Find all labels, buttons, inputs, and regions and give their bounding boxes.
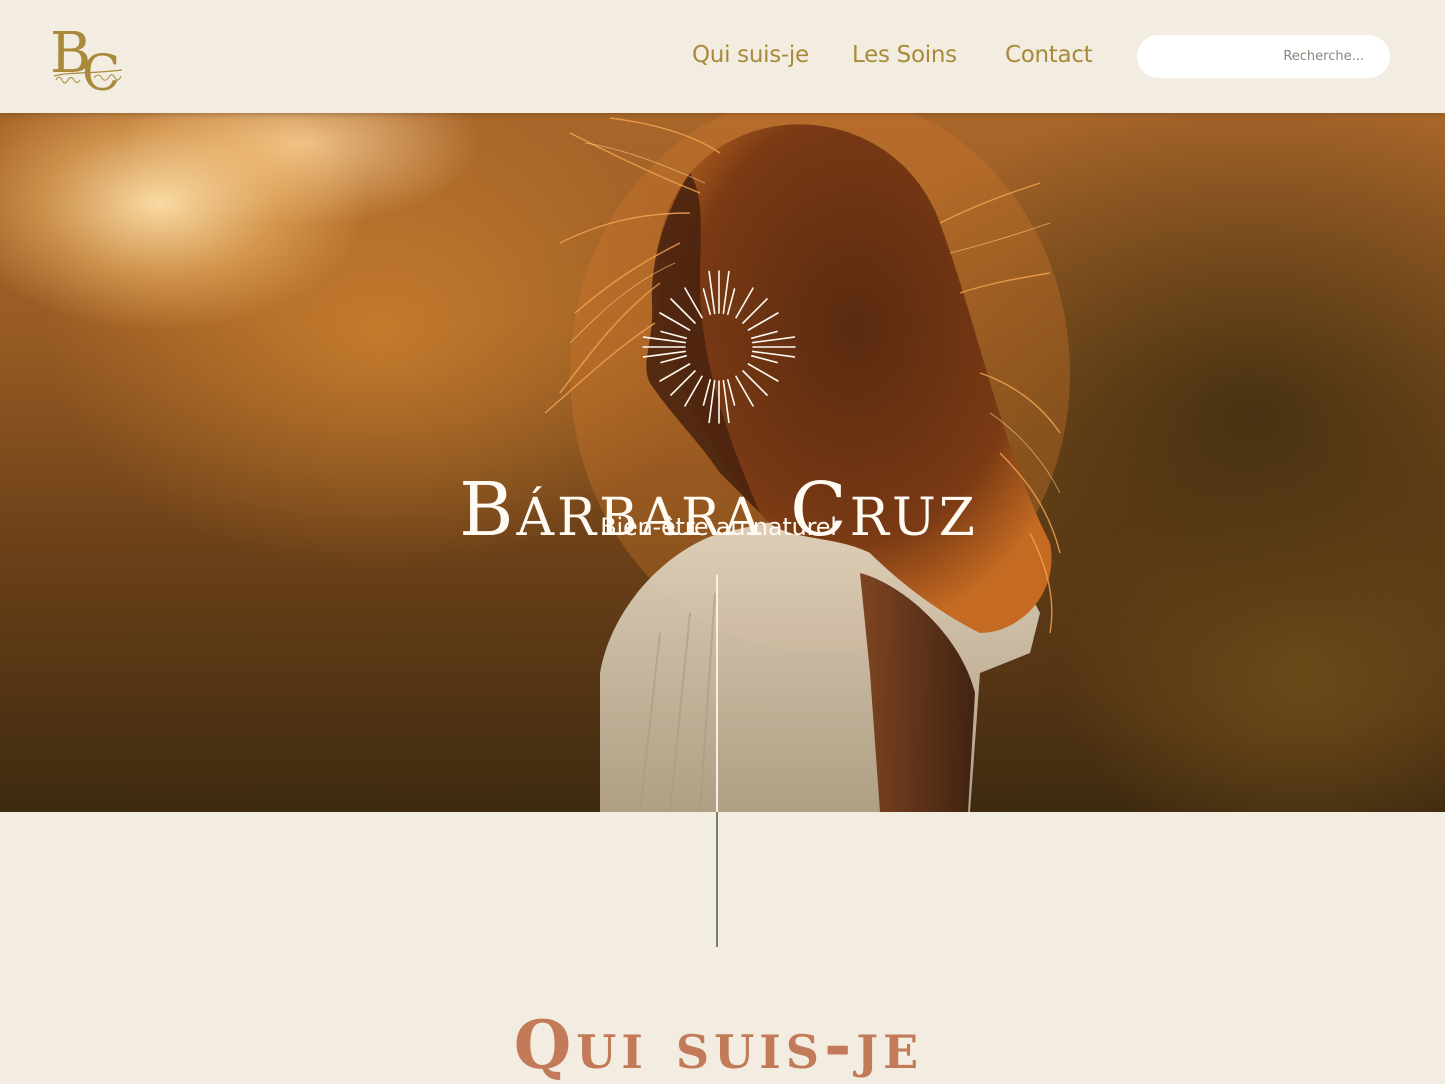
nav-link-qui-suis-je[interactable]: Qui suis-je — [692, 38, 809, 72]
logo-link[interactable]: B C — [48, 14, 132, 98]
hero-subtitle: Bien-être au naturel — [600, 513, 837, 541]
sun-burst-icon — [642, 270, 796, 424]
nav-link-les-soins[interactable]: Les Soins — [852, 38, 957, 72]
hero-photo-woman-sunset — [544, 113, 1070, 812]
bc-monogram-logo-icon: B C — [50, 21, 123, 98]
page: B C Qui suis-je Les Soins Contact Recher… — [0, 0, 1445, 1084]
nav-link-contact[interactable]: Contact — [1005, 38, 1093, 72]
section-title-qui-suis-je: Qui suis-je — [513, 1005, 924, 1084]
hero-divider-line — [716, 575, 718, 812]
site-header: B C Qui suis-je Les Soins Contact — [0, 0, 1445, 113]
hero-banner: Bárbara Cruz Bien-être au naturel — [0, 113, 1445, 812]
section-divider-line — [716, 812, 718, 947]
search-input[interactable] — [1137, 35, 1390, 78]
